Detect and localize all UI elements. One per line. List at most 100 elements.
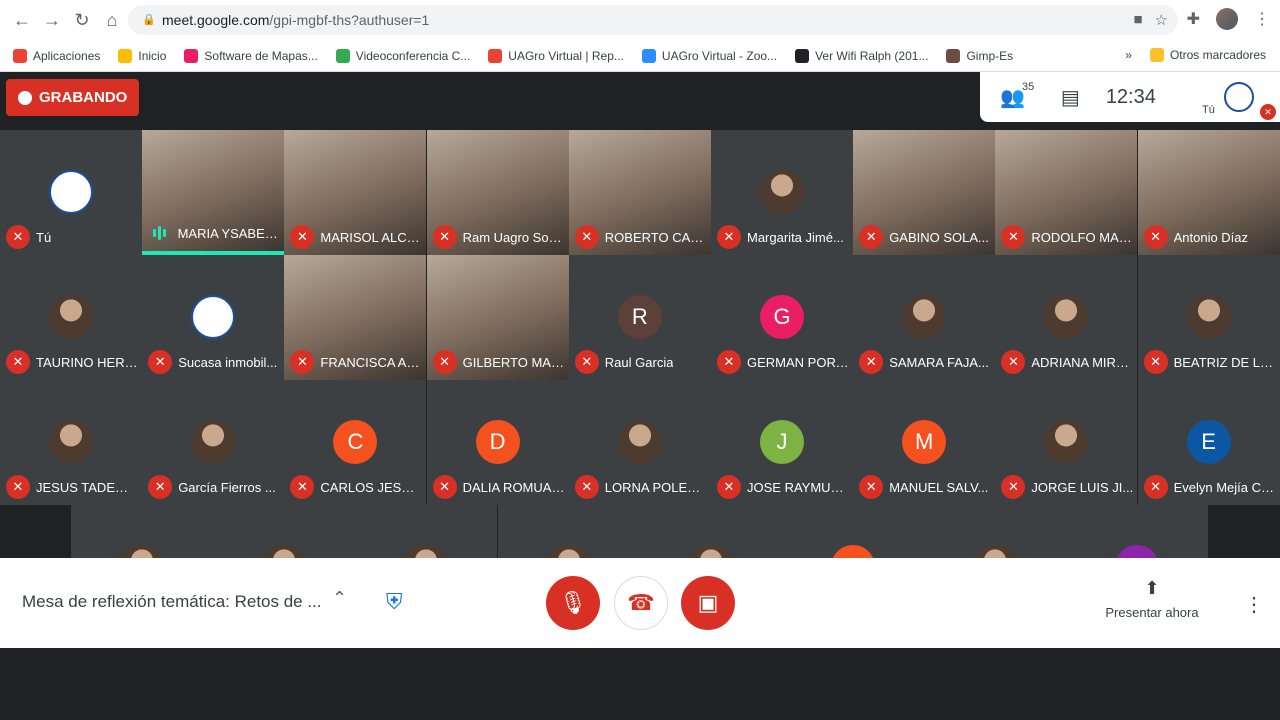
back-icon[interactable]: ← <box>8 6 36 34</box>
participant-tile[interactable]: ✕ TAURINO HERN... <box>0 255 142 380</box>
participant-name: CARLOS JESUS... <box>320 479 423 495</box>
mic-off-icon: ✕ <box>6 350 30 374</box>
mic-off-icon: ✕ <box>1143 225 1168 249</box>
participant-name: RODOLFO MAU... <box>1031 229 1134 245</box>
mic-off-icon: ✕ <box>148 475 173 499</box>
participant-tile[interactable]: M ✕ MANUEL SALV... <box>853 380 996 505</box>
participant-tile[interactable]: ✕ MARISOL ALCO... <box>284 130 427 255</box>
participant-tile[interactable]: J ✕ JOSE RAYMUN... <box>711 380 853 505</box>
bookmark-item[interactable]: Videoconferencia C... <box>327 48 480 63</box>
mic-off-icon: ✕ <box>1001 350 1026 374</box>
participant-tile[interactable]: ✕ Antonio Díaz <box>1137 130 1280 255</box>
mic-off-icon: ✕ <box>432 350 457 374</box>
participant-tile[interactable]: ✕ FRANCISCA AL... <box>284 255 427 380</box>
bookmark-item[interactable]: Software de Mapas... <box>175 48 326 63</box>
participant-tile[interactable]: ✕ SAMARA FAJA... <box>853 255 996 380</box>
camera-toggle-button[interactable]: ▣ <box>681 576 735 630</box>
participant-tile[interactable]: ✕ ADRIANA MIRA... <box>995 255 1138 380</box>
home-icon[interactable]: ⌂ <box>98 6 126 34</box>
participant-avatar <box>191 420 236 464</box>
bookmark-favicon-icon <box>795 48 810 63</box>
mic-off-icon: ✕ <box>574 350 599 374</box>
participant-tile[interactable]: ✕ Tú <box>0 130 142 255</box>
mic-toggle-button[interactable]: 🎙 <box>546 576 600 630</box>
participant-tile[interactable]: ✕ Ram Uagro Soc... <box>426 130 569 255</box>
present-now-button[interactable]: ⬆ Presentar ahora <box>1100 578 1204 620</box>
people-icon[interactable]: 👥 35 <box>1000 81 1034 110</box>
self-avatar <box>1224 82 1254 112</box>
bookmark-star-icon[interactable]: ☆ <box>1155 11 1168 29</box>
meeting-title[interactable]: Mesa de reflexión temática: Retos de ... <box>22 592 322 612</box>
mic-off-icon: ✕ <box>148 350 173 374</box>
participant-name: GABINO SOLA... <box>889 229 989 245</box>
participant-tile[interactable]: ✕ JORGE LUIS JI... <box>995 380 1138 505</box>
lock-icon: 🔒 <box>142 14 156 26</box>
bookmark-favicon-icon <box>488 48 503 63</box>
forward-icon[interactable]: → <box>38 6 66 34</box>
address-url: meet.google.com/gpi-mgbf-ths?authuser=1 <box>162 12 430 28</box>
participant-name: Tú <box>36 229 52 245</box>
participant-tile[interactable]: ✕ ROBERTO CAÑ... <box>568 130 711 255</box>
extensions-icon[interactable]: ✚ <box>1187 9 1200 29</box>
bookmark-item[interactable]: Gimp-Es <box>937 48 1022 63</box>
reload-icon[interactable]: ↻ <box>68 6 96 34</box>
participant-tile[interactable]: R ✕ Raul Garcia <box>568 255 711 380</box>
bookmark-favicon-icon <box>184 48 199 63</box>
participant-tile[interactable]: ✕ GILBERTO MAR... <box>426 255 569 380</box>
bookmark-item[interactable]: Aplicaciones <box>4 48 109 63</box>
participant-tile[interactable]: G ✕ GERMAN PORT... <box>711 255 853 380</box>
bookmark-item[interactable]: UAGro Virtual | Rep... <box>479 48 633 63</box>
participant-tile[interactable]: E ✕ Evelyn Mejía Ca... <box>1137 380 1280 505</box>
participant-name: Ram Uagro Soc... <box>462 229 565 245</box>
participant-name: LORNA POLET ... <box>604 479 707 495</box>
participant-tile[interactable]: ✕ JESUS TADEO ... <box>0 380 142 505</box>
participant-tile[interactable]: ✕ BEATRIZ DE LO... <box>1137 255 1280 380</box>
camera-indicator-icon[interactable]: ■ <box>1133 11 1142 29</box>
participant-tile[interactable]: ✕ Margarita Jimé... <box>711 130 853 255</box>
participant-name: ADRIANA MIRA... <box>1031 354 1134 370</box>
bookmark-favicon-icon <box>118 48 133 63</box>
chat-icon[interactable]: ▤ <box>1061 85 1080 110</box>
mic-off-icon: 🎙 <box>559 590 587 615</box>
participant-avatar: J <box>760 420 804 464</box>
bookmark-item[interactable]: Ver Wifi Ralph (201... <box>786 48 937 63</box>
participant-name: MARIA YSABEL... <box>177 225 281 241</box>
hang-up-button[interactable]: ☎ <box>614 576 668 630</box>
more-options-icon[interactable]: ⋮ <box>1244 592 1264 617</box>
participant-avatar: G <box>760 295 804 339</box>
participant-tile[interactable]: ✕ García Fierros ... <box>142 380 285 505</box>
participant-name: Evelyn Mejía Ca... <box>1173 479 1276 495</box>
participant-name: Raul Garcia <box>604 354 674 370</box>
bookmark-item[interactable]: Inicio <box>109 48 175 63</box>
other-bookmarks[interactable]: Otros marcadores <box>1149 48 1266 62</box>
participant-tile[interactable]: D ✕ DALIA ROMUAL... <box>426 380 569 505</box>
participant-tile[interactable]: ✕ LORNA POLET ... <box>568 380 711 505</box>
mic-off-icon: ✕ <box>432 475 457 499</box>
shield-icon[interactable]: ⛨ <box>386 589 412 617</box>
participant-tile[interactable]: C ✕ CARLOS JESUS... <box>284 380 427 505</box>
mic-off-icon: ✕ <box>717 475 741 499</box>
meeting-info-bar: 👥 35 ▤ 12:34 Tú ✕ <box>980 72 1280 122</box>
mic-off-icon: ✕ <box>574 475 599 499</box>
bookmark-item[interactable]: UAGro Virtual - Zoo... <box>633 48 786 63</box>
participant-tile[interactable]: ✕ GABINO SOLA... <box>853 130 996 255</box>
mic-off-icon: ✕ <box>859 350 884 374</box>
participant-tile[interactable]: ✕ Sucasa inmobil... <box>142 255 285 380</box>
more-bookmarks-button[interactable]: » <box>1125 48 1132 62</box>
mic-off-icon: ✕ <box>290 225 315 249</box>
chevron-up-icon[interactable]: ⌃ <box>332 588 347 609</box>
participant-name: JORGE LUIS JI... <box>1031 479 1134 495</box>
recording-badge: GRABANDO <box>6 79 140 116</box>
participant-avatar: M <box>902 420 947 464</box>
chrome-menu-icon[interactable]: ⋮ <box>1254 9 1270 29</box>
participant-tile[interactable]: MARIA YSABEL... <box>142 130 285 255</box>
participant-tile[interactable]: ✕ RODOLFO MAU... <box>995 130 1138 255</box>
controls-bar: Mesa de reflexión temática: Retos de ...… <box>0 558 1280 648</box>
profile-avatar[interactable] <box>1216 8 1238 30</box>
mic-off-icon: ✕ <box>1143 475 1168 499</box>
speaking-indicator-icon <box>148 221 171 245</box>
participant-name: DALIA ROMUAL... <box>462 479 565 495</box>
address-bar[interactable]: 🔒 meet.google.com/gpi-mgbf-ths?authuser=… <box>128 5 1178 35</box>
participant-avatar <box>49 295 93 339</box>
mic-off-icon: ✕ <box>1143 350 1168 374</box>
